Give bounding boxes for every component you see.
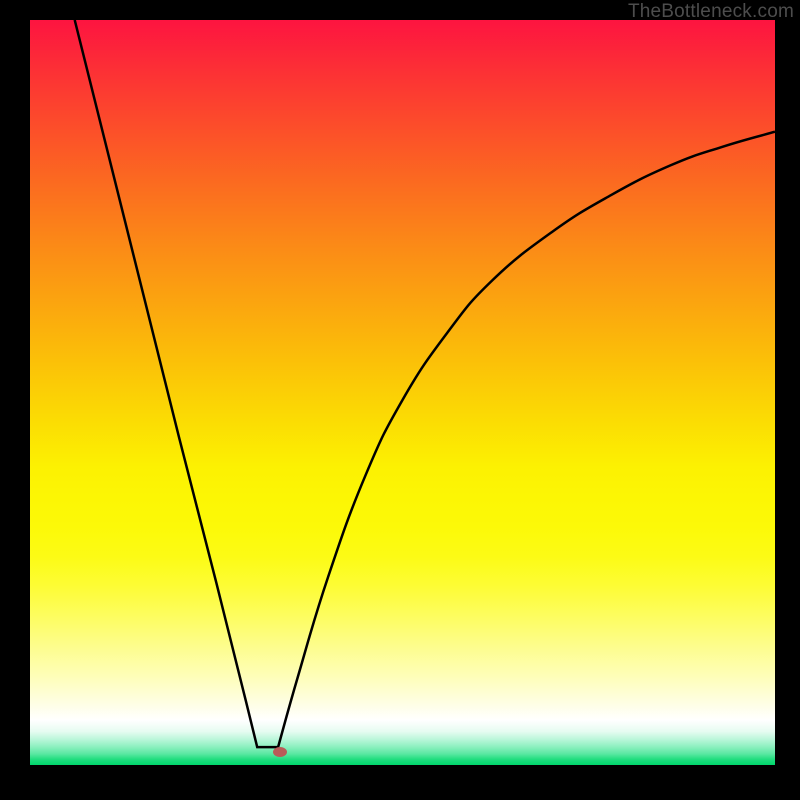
chart-container: TheBottleneck.com: [0, 0, 800, 800]
curve-path: [75, 20, 775, 747]
bottleneck-curve-svg: [30, 20, 775, 765]
watermark-text: TheBottleneck.com: [628, 1, 794, 23]
optimum-marker: [273, 747, 287, 757]
